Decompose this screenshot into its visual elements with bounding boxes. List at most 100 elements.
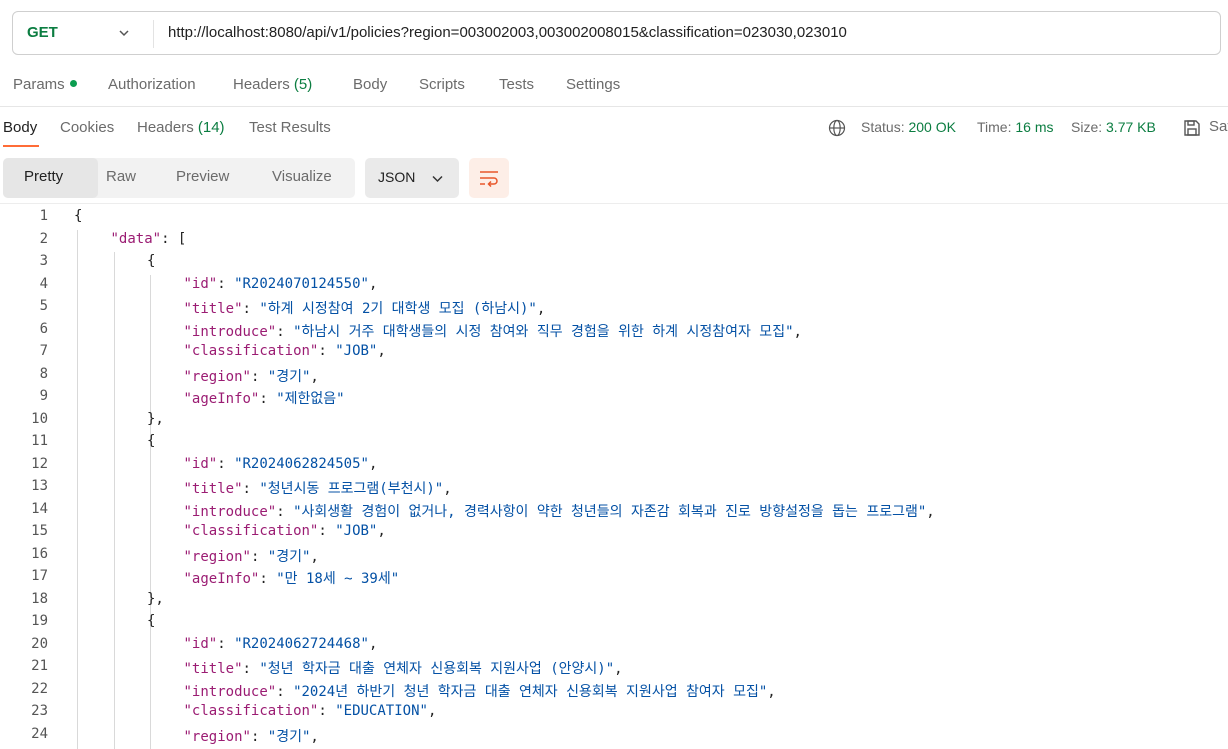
view-visualize-button[interactable]: Visualize — [272, 168, 332, 185]
tab-params[interactable]: Params — [13, 76, 77, 93]
json-string-value: "제한없음" — [276, 391, 345, 407]
line-number: 11 — [31, 433, 48, 449]
code-line: 7 "classification": "JOB", — [0, 341, 1228, 364]
line-number: 9 — [39, 388, 48, 404]
json-punct: , — [310, 368, 319, 385]
json-string-value: "경기" — [267, 548, 311, 565]
method-label: GET — [27, 24, 58, 41]
line-number: 2 — [39, 230, 48, 247]
code-text: "ageInfo": "제한없음" — [183, 391, 345, 407]
tab-settings[interactable]: Settings — [566, 76, 620, 93]
json-string-value: "경기" — [267, 368, 311, 385]
line-number: 17 — [31, 568, 48, 584]
line-number: 1 — [39, 208, 48, 224]
code-text: "introduce": "2024년 하반기 청년 학자금 대출 연체자 신용… — [183, 683, 776, 700]
line-number: 5 — [39, 298, 48, 314]
json-key: "id" — [183, 455, 218, 472]
json-key: "introduce" — [183, 503, 277, 520]
line-number: 23 — [31, 703, 48, 719]
json-key: "region" — [183, 548, 251, 565]
json-string-value: "2024년 하반기 청년 학자금 대출 연체자 신용회복 지원사업 참여자 모… — [293, 683, 768, 700]
tab-scripts[interactable]: Scripts — [419, 76, 465, 93]
json-punct: , — [368, 455, 378, 472]
wrap-lines-button[interactable] — [469, 158, 509, 198]
save-response-button[interactable]: Save — [1209, 118, 1228, 135]
save-icon[interactable] — [1182, 118, 1202, 138]
json-string-value: "청년 학자금 대출 연체자 신용회복 지원사업 (안양시)" — [259, 661, 615, 677]
view-preview-button[interactable]: Preview — [176, 168, 229, 185]
json-punct: : [ — [161, 230, 187, 247]
code-text: "classification": "JOB", — [183, 523, 386, 539]
response-size: Size: 3.77 KB — [1071, 119, 1156, 135]
code-line: 21 "title": "청년 학자금 대출 연체자 신용회복 지원사업 (안양시… — [0, 656, 1228, 679]
headers-count: (14) — [197, 119, 225, 136]
active-tab-indicator — [3, 145, 39, 147]
json-string-value: "JOB" — [335, 343, 378, 359]
wrap-icon — [480, 171, 498, 187]
json-string-value: "하계 시정참여 2기 대학생 모집 (하남시)" — [259, 301, 537, 317]
format-label: JSON — [378, 169, 416, 185]
line-number: 24 — [31, 725, 48, 742]
globe-icon[interactable] — [828, 119, 846, 137]
chevron-down-icon — [432, 175, 443, 183]
response-time: Time: 16 ms — [977, 119, 1054, 135]
divider — [0, 106, 1228, 107]
code-text: { — [147, 613, 156, 629]
chevron-down-icon — [119, 30, 129, 37]
code-line: 9 "ageInfo": "제한없음" — [0, 386, 1228, 409]
json-key: "title" — [183, 661, 243, 677]
json-punct: , — [377, 523, 386, 539]
response-tab-cookies[interactable]: Cookies — [60, 119, 114, 136]
json-string-value: "JOB" — [335, 523, 378, 539]
params-active-dot — [69, 80, 77, 87]
json-string-value: "만 18세 ~ 39세" — [276, 571, 400, 587]
code-text: "data": [ — [111, 231, 187, 247]
status-value: 200 OK — [908, 119, 956, 135]
code-text: "introduce": "하남시 거주 대학생들의 시정 참여와 직무 경험을… — [183, 323, 802, 340]
code-line: 1{ — [0, 206, 1228, 229]
code-text: { — [74, 208, 83, 224]
json-punct: , — [443, 481, 452, 497]
response-tab-test-results[interactable]: Test Results — [249, 119, 331, 136]
code-text: "title": "청년시동 프로그램(부천시)", — [183, 481, 452, 497]
code-text: }, — [147, 590, 164, 607]
line-number: 8 — [39, 365, 48, 382]
tab-label: Headers — [233, 76, 290, 93]
json-punct: , — [368, 635, 378, 652]
json-punct: , — [793, 323, 802, 340]
request-tabs: Params Authorization Headers (5) Body Sc… — [0, 70, 1228, 102]
headers-count: (5) — [293, 76, 313, 93]
response-json-viewer[interactable]: 1{2 "data": [3{4 "id": "R2024070124550", 5 "… — [0, 203, 1228, 749]
json-key: "introduce" — [183, 323, 277, 340]
tab-authorization[interactable]: Authorization — [108, 76, 196, 93]
code-line: 8 "region": "경기", — [0, 364, 1228, 387]
method-select[interactable]: GET — [13, 12, 153, 54]
view-pretty-button[interactable]: Pretty — [24, 168, 63, 185]
code-text: "id": "R2024062724468", — [183, 635, 378, 652]
format-select[interactable]: JSON — [365, 158, 459, 198]
size-value: 3.77 KB — [1106, 119, 1156, 135]
tab-headers[interactable]: Headers (5) — [233, 76, 312, 93]
json-punct: , — [310, 728, 319, 745]
code-text: }, — [147, 410, 164, 427]
code-line: 14 "introduce": "사회생활 경험이 없거나, 경력사항이 약한 청… — [0, 499, 1228, 522]
line-number: 21 — [31, 658, 48, 674]
view-raw-button[interactable]: Raw — [106, 168, 136, 185]
json-key: "classification" — [183, 343, 319, 359]
tab-tests[interactable]: Tests — [499, 76, 534, 93]
code-text: "region": "경기", — [183, 368, 319, 385]
response-tab-body[interactable]: Body — [3, 119, 37, 136]
code-line: 24 "region": "경기", — [0, 724, 1228, 747]
url-input[interactable]: http://localhost:8080/api/v1/policies?re… — [168, 24, 847, 41]
tab-body[interactable]: Body — [353, 76, 387, 93]
json-punct: , — [536, 301, 546, 317]
code-line: 18}, — [0, 589, 1228, 612]
view-mode-group: Pretty Raw Preview Visualize — [3, 158, 355, 198]
request-url-bar: GET http://localhost:8080/api/v1/policie… — [12, 11, 1221, 55]
line-number: 15 — [31, 523, 48, 539]
json-punct: , — [377, 343, 386, 359]
json-string-value: "경기" — [267, 728, 311, 745]
code-line: 16 "region": "경기", — [0, 544, 1228, 567]
response-tab-headers[interactable]: Headers (14) — [137, 119, 225, 136]
code-line: 13 "title": "청년시동 프로그램(부천시)", — [0, 476, 1228, 499]
